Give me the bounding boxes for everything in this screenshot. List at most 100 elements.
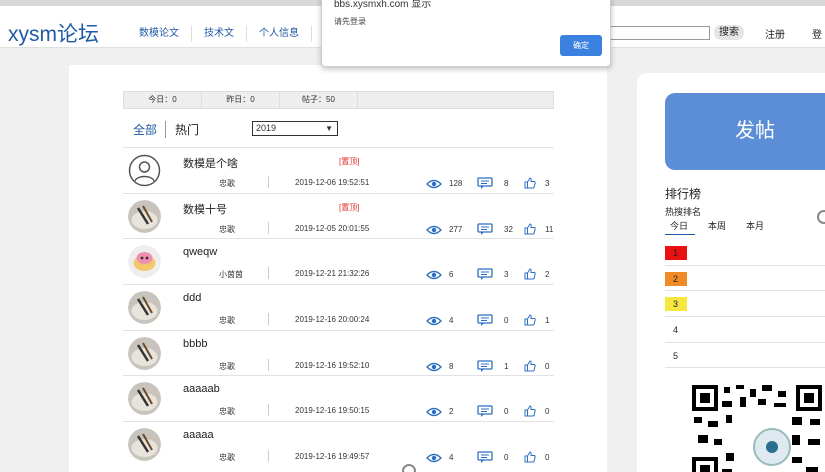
stat-today: 今日：0	[124, 92, 202, 108]
new-post-button[interactable]: 发帖	[665, 93, 825, 170]
site-logo[interactable]: xysm论坛	[8, 18, 99, 48]
divider	[268, 358, 269, 371]
dialog-ok-button[interactable]: 确定	[560, 35, 602, 56]
rank-row[interactable]: 4	[665, 317, 825, 343]
post-row[interactable]: bbbb 忠歌 2019-12-16 19:52:10 8 1 0	[123, 329, 554, 377]
post-time: 2019-12-16 19:52:10	[295, 360, 370, 370]
stat-posts: 帖子：50	[280, 92, 358, 108]
rank-tab-month[interactable]: 本月	[741, 219, 771, 235]
nav-item-profile[interactable]: 个人信息	[247, 26, 312, 42]
post-author[interactable]: 忠歌	[219, 224, 235, 235]
dialog-title: bbs.xysmxh.com 显示	[334, 0, 432, 10]
stats-bar: 今日：0 昨日：0 帖子：50	[123, 91, 554, 109]
post-title[interactable]: aaaaa	[183, 429, 214, 441]
nav-item-papers[interactable]: 数模论文	[127, 26, 192, 42]
rank-tab-today[interactable]: 今日	[665, 219, 696, 235]
divider	[268, 267, 269, 280]
rank-number: 5	[673, 350, 679, 361]
register-link[interactable]: 注册	[765, 26, 785, 41]
comment-icon[interactable]	[477, 222, 493, 240]
dialog-message: 请先登录	[334, 17, 366, 26]
divider	[268, 313, 269, 326]
thumbs-up-icon[interactable]	[524, 404, 536, 422]
post-time: 2019-12-06 19:52:51	[295, 178, 370, 187]
chevron-down-icon: ▼	[325, 124, 333, 133]
avatar[interactable]	[128, 382, 161, 416]
post-row[interactable]: 数模十号 [置顶] 忠歌 2019-12-05 20:01:55 277 32 11	[123, 192, 554, 240]
nav-item-tech[interactable]: 技术文	[192, 26, 247, 42]
view-count: 4	[449, 453, 454, 463]
rank-list: 1 2 3 4 5	[665, 240, 825, 369]
post-author[interactable]: 忠歌	[219, 178, 235, 189]
post-row[interactable]: ddd 忠歌 2019-12-16 20:00:24 4 0 1	[123, 284, 554, 330]
post-row[interactable]: aaaaa 忠歌 2019-12-16 19:49:57 4 0 0	[123, 421, 554, 467]
eye-icon	[426, 359, 442, 377]
post-row[interactable]: 数模是个啥 [置顶] 忠歌 2019-12-06 19:52:51 128 8 3	[123, 147, 554, 193]
post-title[interactable]: bbbb	[183, 338, 207, 350]
post-title[interactable]: 数模是个啥	[183, 155, 238, 171]
alert-dialog: bbs.xysmxh.com 显示 请先登录 确定	[321, 0, 611, 67]
post-row[interactable]: aaaaab 忠歌 2019-12-16 19:50:15 2 0 0	[123, 375, 554, 421]
like-count: 0	[545, 361, 550, 371]
post-author[interactable]: 忠歌	[219, 452, 235, 463]
thumbs-up-icon[interactable]	[524, 176, 536, 194]
loading-spinner-icon	[817, 210, 825, 224]
rank-row[interactable]: 1	[665, 240, 825, 266]
year-select[interactable]: 2019 ▼	[252, 121, 338, 136]
comment-count: 8	[504, 179, 509, 188]
comment-icon[interactable]	[477, 176, 493, 194]
thumbs-up-icon[interactable]	[524, 313, 536, 331]
thumbs-up-icon[interactable]	[524, 450, 536, 468]
avatar[interactable]	[128, 291, 161, 325]
tab-hot[interactable]: 热门	[166, 121, 199, 138]
post-title[interactable]: 数模十号	[183, 201, 227, 217]
avatar[interactable]	[128, 428, 161, 462]
sidebar: 发帖 排行榜 热搜排名 今日 本周 本月 1 2 3 4 5	[637, 73, 825, 472]
thumbs-up-icon[interactable]	[524, 359, 536, 377]
thumbs-up-icon[interactable]	[524, 267, 536, 285]
post-author[interactable]: 忠歌	[219, 361, 235, 372]
post-author[interactable]: 忠歌	[219, 406, 235, 417]
avatar[interactable]	[128, 199, 161, 233]
eye-icon	[426, 222, 442, 240]
post-title[interactable]: qweqw	[183, 246, 217, 258]
rank-number: 4	[673, 325, 679, 336]
view-count: 4	[449, 316, 454, 326]
post-title[interactable]: ddd	[183, 292, 201, 304]
eye-icon	[426, 313, 442, 331]
view-count: 2	[449, 407, 454, 417]
rank-row[interactable]: 3	[665, 291, 825, 318]
login-link[interactable]: 登	[812, 26, 822, 41]
comment-icon[interactable]	[477, 267, 493, 285]
comment-icon[interactable]	[477, 359, 493, 377]
pinned-badge: [置顶]	[339, 157, 360, 166]
view-count: 8	[449, 361, 454, 371]
rank-row[interactable]: 5	[665, 343, 825, 369]
post-row[interactable]: qweqw 小茵茵 2019-12-21 21:32:26 6 3 2	[123, 238, 554, 284]
search-button[interactable]: 搜索	[714, 25, 744, 40]
comment-icon[interactable]	[477, 404, 493, 422]
like-count: 0	[545, 407, 550, 417]
rank-number: 2	[665, 271, 687, 286]
post-time: 2019-12-16 19:49:57	[295, 452, 370, 462]
post-author[interactable]: 忠歌	[219, 315, 235, 326]
avatar[interactable]	[128, 245, 161, 279]
comment-icon[interactable]	[477, 450, 493, 468]
like-count: 1	[545, 316, 550, 326]
avatar[interactable]	[128, 336, 161, 370]
post-title[interactable]: aaaaab	[183, 383, 220, 395]
stat-yesterday: 昨日：0	[202, 92, 280, 108]
post-time: 2019-12-16 19:50:15	[295, 406, 370, 416]
comment-icon[interactable]	[477, 313, 493, 331]
rank-row[interactable]: 2	[665, 266, 825, 292]
avatar[interactable]	[128, 154, 161, 187]
thumbs-up-icon[interactable]	[524, 222, 536, 240]
rank-number: 3	[665, 297, 687, 312]
view-count: 6	[449, 270, 454, 280]
year-select-value: 2019	[256, 123, 277, 133]
rank-tab-week[interactable]: 本周	[703, 219, 733, 235]
like-count: 0	[545, 453, 550, 463]
tab-all[interactable]: 全部	[133, 121, 167, 138]
divider	[268, 176, 269, 188]
post-author[interactable]: 小茵茵	[219, 269, 243, 280]
